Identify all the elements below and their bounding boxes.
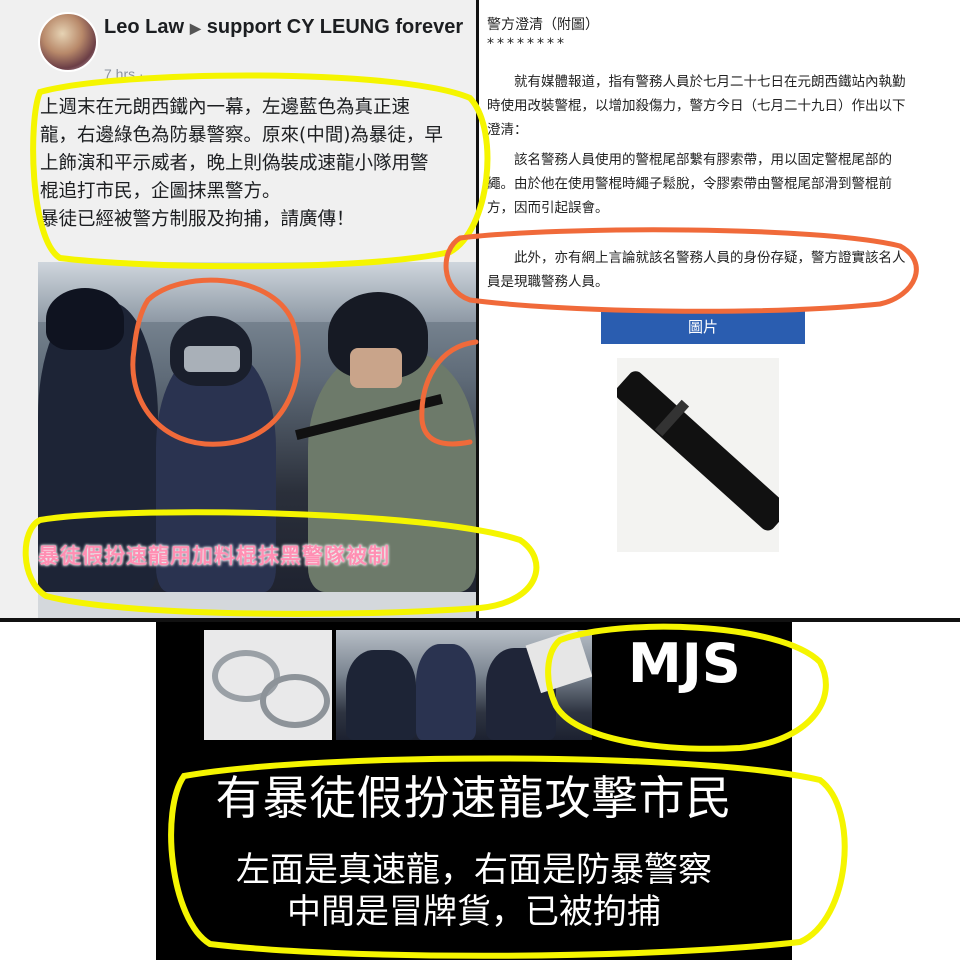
arrow-right-icon: ▶ bbox=[190, 20, 201, 36]
social-post: Leo Law ▶ support CY LEUNG forever 7 hrs ·… bbox=[0, 0, 476, 618]
subline-1: 左面是真速龍，右面是防暴警察 bbox=[236, 850, 712, 890]
notice-stars: ******** bbox=[487, 36, 567, 52]
post-line: 上飾演和平示威者，晚上則偽裝成速龍小隊用警 bbox=[40, 153, 429, 174]
officer-left-helmet bbox=[46, 288, 124, 350]
picture-button[interactable]: 圖片 bbox=[601, 310, 805, 344]
strip-officer-2 bbox=[416, 644, 476, 740]
strip-officer-1 bbox=[346, 650, 416, 740]
notice-title: 警方澄清（附圖） bbox=[487, 17, 599, 33]
notice-paragraph-3: 此外，亦有網上言論就該名警務人員的身份存疑，警方證實該名人員是現職警務人員。 bbox=[487, 250, 906, 290]
post-body: 上週末在元朗西鐵內一幕，左邊藍色為真正速 龍，右邊綠色為防暴警察。原來(中間)為… bbox=[40, 94, 470, 234]
baton-photo bbox=[617, 358, 779, 552]
notice-paragraph-2: 該名警務人員使用的警棍尾部繫有膠索帶，用以固定警棍尾部的繩。由於他在使用警棍時繩… bbox=[487, 152, 892, 216]
officer-middle-visor bbox=[184, 346, 240, 372]
subline-2: 中間是冒牌貨，已被拘捕 bbox=[287, 892, 661, 932]
post-line: 龍，右邊綠色為防暴警察。原來(中間)為暴徒，早 bbox=[40, 125, 443, 146]
post-line: 棍追打市民，企圖抹黑警方。 bbox=[40, 181, 281, 202]
post-timestamp[interactable]: 7 hrs · bbox=[104, 66, 144, 82]
mjs-logo: MJS bbox=[628, 632, 741, 695]
clamp-ring-2 bbox=[260, 674, 330, 728]
bottom-graphic: MJS 有暴徒假扮速龍攻擊市民 左面是真速龍，右面是防暴警察 中間是冒牌貨，已被… bbox=[156, 622, 792, 960]
police-notice: 警方澄清（附圖） ******** 就有媒體報道，指有警務人員於七月二十七日在元… bbox=[479, 0, 960, 618]
post-photo[interactable]: 暴徒假扮速龍用加料棍抹黑警隊被制 bbox=[38, 262, 476, 592]
officer-right-face bbox=[350, 348, 402, 388]
target-page[interactable]: support CY LEUNG forever bbox=[207, 16, 463, 38]
author-name[interactable]: Leo Law bbox=[104, 16, 184, 38]
photo-caption: 暴徒假扮速龍用加料棍抹黑警隊被制 bbox=[38, 544, 390, 568]
post-line: 上週末在元朗西鐵內一幕，左邊藍色為真正速 bbox=[40, 97, 411, 118]
notice-paragraph-1: 就有媒體報道，指有警務人員於七月二十七日在元朗西鐵站內執勤時使用改裝警棍，以增加… bbox=[487, 74, 906, 138]
post-header: Leo Law ▶ support CY LEUNG forever bbox=[104, 14, 464, 41]
post-line: 暴徒已經被警方制服及拘捕，請廣傳！ bbox=[40, 209, 355, 230]
avatar[interactable] bbox=[38, 12, 98, 72]
photo-thumbnails[interactable] bbox=[38, 592, 476, 618]
officers-photo-strip bbox=[336, 630, 592, 740]
baton-shaft bbox=[617, 368, 779, 534]
hose-clamp-photo bbox=[204, 630, 332, 740]
headline: 有暴徒假扮速龍攻擊市民 bbox=[215, 771, 733, 825]
